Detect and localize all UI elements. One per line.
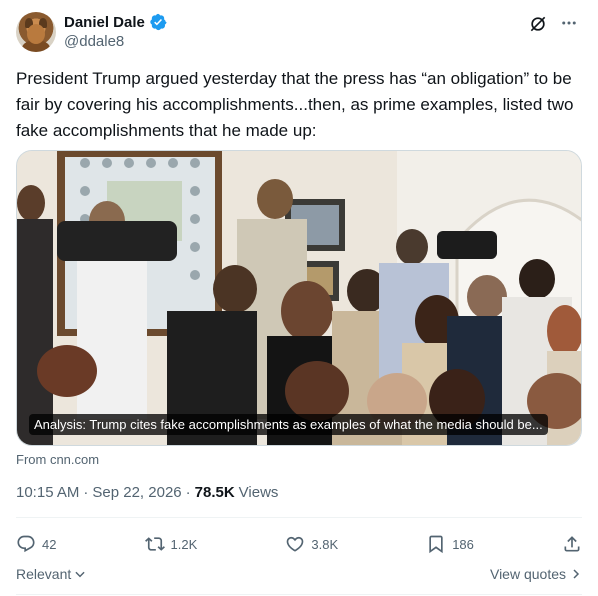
- link-card[interactable]: Analysis: Trump cites fake accomplishmen…: [16, 150, 582, 446]
- view-quotes-link[interactable]: View quotes: [490, 566, 582, 582]
- repost-icon: [144, 537, 165, 551]
- bookmark-icon: [429, 535, 443, 554]
- name-row: Daniel Dale: [64, 12, 167, 32]
- action-bar: 42 1.2K 3.8K 186: [16, 532, 582, 556]
- bookmark-button[interactable]: 186: [426, 534, 474, 554]
- tweet-date[interactable]: Sep 22, 2026: [92, 484, 181, 501]
- verified-badge-icon[interactable]: [149, 13, 167, 31]
- grok-icon[interactable]: [528, 14, 548, 34]
- link-card-title: Analysis: Trump cites fake accomplishmen…: [29, 414, 548, 435]
- repost-button[interactable]: 1.2K: [144, 534, 198, 554]
- chevron-down-icon: [75, 571, 85, 578]
- repost-count: 1.2K: [170, 536, 198, 552]
- tweet-time[interactable]: 10:15 AM: [16, 484, 79, 501]
- author-handle[interactable]: @ddale8: [64, 33, 124, 50]
- view-quotes-label: View quotes: [489, 566, 566, 582]
- views-count: 78.5K: [194, 484, 235, 501]
- like-count: 3.8K: [311, 536, 339, 552]
- link-card-image: [17, 151, 581, 445]
- reply-count: 42: [42, 536, 57, 552]
- share-button[interactable]: [562, 534, 582, 554]
- author-display-name[interactable]: Daniel Dale: [64, 14, 145, 31]
- share-icon: [564, 536, 580, 552]
- link-card-source[interactable]: From cnn.com: [16, 452, 99, 467]
- divider: [16, 594, 582, 595]
- like-button[interactable]: 3.8K: [285, 534, 338, 554]
- sort-replies-label: Relevant: [16, 566, 72, 582]
- like-icon: [287, 536, 304, 552]
- more-icon[interactable]: [558, 12, 580, 34]
- avatar[interactable]: [16, 12, 56, 52]
- views-label: Views: [238, 484, 279, 501]
- chevron-right-icon: [573, 569, 580, 579]
- reply-icon: [17, 535, 35, 553]
- tweet-header: Daniel Dale @ddale8: [16, 12, 582, 56]
- meta-separator: ·: [185, 484, 191, 501]
- tweet-text: President Trump argued yesterday that th…: [16, 69, 574, 140]
- divider: [16, 517, 582, 518]
- bookmark-count: 186: [452, 536, 474, 552]
- reply-button[interactable]: 42: [16, 534, 56, 554]
- tweet-meta: 10:15 AM · Sep 22, 2026 · 78.5K Views: [16, 484, 278, 501]
- sort-replies-dropdown[interactable]: Relevant: [16, 566, 87, 582]
- meta-separator: ·: [83, 484, 89, 501]
